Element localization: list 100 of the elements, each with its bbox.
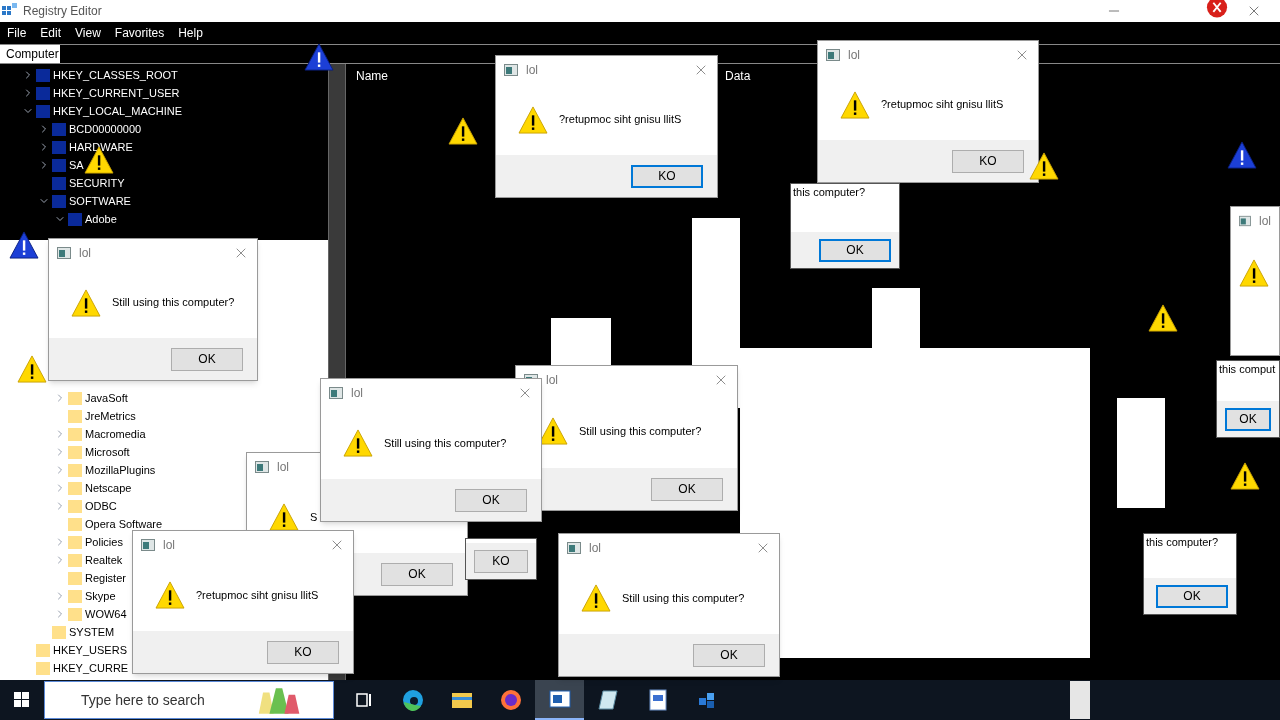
dialog-button[interactable]: KO: [267, 640, 339, 664]
folder-icon: [52, 176, 66, 190]
tree-item[interactable]: JavaSoft: [85, 389, 128, 407]
tree-item[interactable]: HKEY_USERS: [53, 641, 127, 659]
dialog-button[interactable]: OK: [171, 347, 243, 371]
folder-icon: [52, 194, 66, 208]
folder-icon: [68, 553, 82, 567]
tree-item[interactable]: HARDWARE: [69, 138, 133, 156]
dialog-title: lol: [1259, 213, 1271, 230]
folder-icon: [36, 661, 50, 675]
warning-icon: [581, 584, 611, 612]
dialog-button[interactable]: KO: [631, 164, 703, 188]
tree-item[interactable]: Policies: [85, 533, 123, 551]
blank-area: [1070, 681, 1090, 719]
dialog-title: lol: [277, 459, 289, 476]
dialog-button[interactable]: KO: [952, 149, 1024, 173]
dialog-message: S: [310, 509, 318, 525]
tree-item[interactable]: SA: [69, 156, 84, 174]
folder-icon: [68, 427, 82, 441]
app-icon: [329, 387, 343, 399]
app-icon: [826, 49, 840, 61]
dialog-message: ?retupmoc siht gnisu llitS: [559, 112, 682, 128]
window-icon: [547, 687, 572, 711]
tree-item[interactable]: HKEY_CURRE: [53, 659, 129, 677]
tree-item[interactable]: SYSTEM: [69, 623, 115, 641]
dialog-button[interactable]: OK: [1156, 584, 1228, 608]
dialog-button[interactable]: OK: [1225, 407, 1271, 431]
tree-item[interactable]: ODBC: [85, 497, 117, 515]
app-icon: [1239, 215, 1251, 227]
folder-icon: [68, 445, 82, 459]
folder-icon: [68, 607, 82, 621]
tree-item[interactable]: Adobe: [85, 210, 117, 228]
menu-item[interactable]: View: [75, 24, 101, 42]
folder-icon: [52, 158, 66, 172]
dialog-message: this comput: [1218, 362, 1277, 377]
menu-item[interactable]: Help: [178, 24, 203, 42]
dialog-title: lol: [351, 385, 363, 402]
app-icon: [255, 461, 269, 473]
tree-item[interactable]: Skype: [85, 587, 116, 605]
dialog-message: Still using this computer?: [579, 423, 702, 439]
tree-item[interactable]: Register: [85, 569, 126, 587]
tree-item[interactable]: Realtek: [85, 551, 123, 569]
task-view-icon: [353, 690, 374, 710]
dialog-message: this computer?: [792, 185, 867, 200]
tree-item[interactable]: Macromedia: [85, 425, 146, 443]
tree-item[interactable]: SECURITY: [69, 174, 125, 192]
tree-item[interactable]: SOFTWARE: [69, 192, 131, 210]
tree-item[interactable]: WOW64: [85, 605, 127, 623]
dialog-message: ?retupmoc siht gnisu llitS: [881, 97, 1004, 113]
browser-icon: [400, 688, 425, 712]
address-field[interactable]: Computer: [0, 45, 60, 63]
dialog-button[interactable]: OK: [819, 238, 891, 262]
start-icon[interactable]: [14, 692, 30, 708]
folder-icon: [36, 643, 50, 657]
folder-icon: [68, 212, 82, 226]
folder-icon: [52, 122, 66, 136]
folder-icon: [36, 86, 50, 100]
tree-item[interactable]: HKEY_CLASSES_ROOT: [53, 66, 178, 84]
app-icon: [141, 539, 155, 551]
folder-icon: [68, 499, 82, 513]
folder-icon: [68, 409, 82, 423]
taskbar-app[interactable]: [535, 680, 584, 720]
tree-item[interactable]: JreMetrics: [85, 407, 136, 425]
dialog-message: ?retupmoc siht gnisu llitS: [196, 587, 319, 603]
column-header[interactable]: Data: [723, 67, 751, 85]
dialog-button[interactable]: OK: [693, 643, 765, 667]
menu-item[interactable]: Edit: [40, 24, 62, 42]
tree-item[interactable]: HKEY_LOCAL_MACHINE: [53, 102, 182, 120]
menu-item[interactable]: Favorites: [114, 24, 165, 42]
dialog-title: lol: [163, 537, 175, 554]
dialog-button[interactable]: OK: [651, 477, 723, 501]
folder-icon: [68, 391, 82, 405]
dialog-title: lol: [546, 372, 558, 389]
dialog-title: lol: [589, 540, 601, 557]
dialog-message: this computer?: [1145, 535, 1220, 550]
folder-icon: [36, 104, 50, 118]
tree-item[interactable]: Netscape: [85, 479, 132, 497]
dialog-message: Still using this computer?: [384, 435, 507, 451]
tree-item[interactable]: Microsoft: [85, 443, 130, 461]
tree-item[interactable]: HKEY_CURRENT_USER: [53, 84, 180, 102]
warning-icon: [155, 581, 185, 609]
dialog-button[interactable]: OK: [455, 488, 527, 512]
dialog-message: Still using this computer?: [112, 295, 235, 311]
warning-icon: [1239, 259, 1269, 287]
folder-icon: [68, 517, 82, 531]
folder-icon: [68, 571, 82, 585]
dialog-title: lol: [848, 47, 860, 64]
folder-icon: [52, 625, 66, 639]
dialog-title: lol: [526, 62, 538, 79]
folder-icon: [68, 463, 82, 477]
folder-icon: [68, 481, 82, 495]
tree-item[interactable]: Opera Software: [85, 515, 163, 533]
search-field[interactable]: Type here to search: [44, 681, 334, 719]
dialog-title: lol: [79, 245, 91, 262]
tree-item[interactable]: BCD00000000: [69, 120, 142, 138]
dialog-button[interactable]: OK: [381, 562, 453, 586]
dialog-button[interactable]: KO: [474, 549, 528, 573]
menu-item[interactable]: File: [7, 24, 27, 42]
app-icon: [567, 542, 581, 554]
tree-item[interactable]: MozillaPlugins: [85, 461, 156, 479]
